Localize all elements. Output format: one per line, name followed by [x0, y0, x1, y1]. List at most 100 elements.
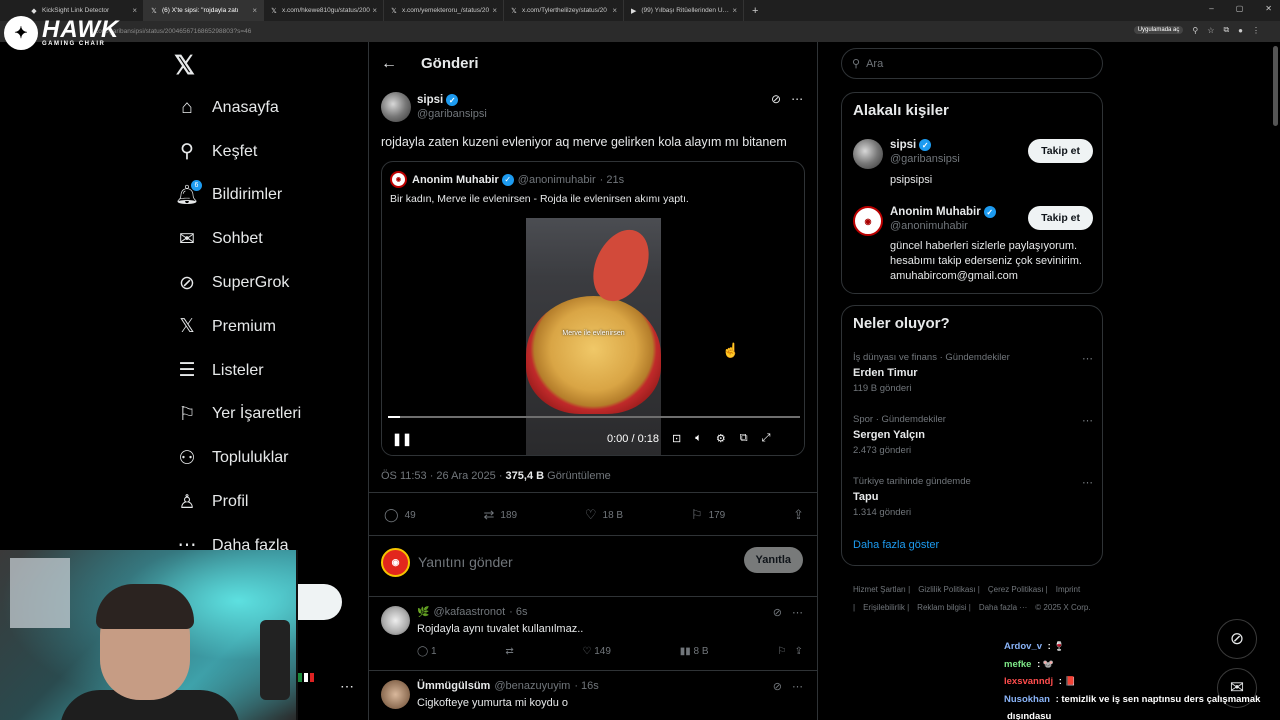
- trend-item[interactable]: Türkiye tarihinde gündemde Tapu 1.314 gö…: [853, 476, 1093, 518]
- grok-icon[interactable]: ⊘: [773, 606, 782, 619]
- more-options-icon[interactable]: ⋯: [792, 680, 803, 693]
- quoted-tweet[interactable]: ◉ Anonim Muhabir ✓ @anonimuhabir · 21s B…: [381, 161, 805, 456]
- footer-link[interactable]: Hizmet Şartları |: [853, 585, 910, 594]
- footer-link[interactable]: Reklam bilgisi |: [917, 603, 971, 612]
- list-item[interactable]: Ümmügülsüm @benazuyuyim · 16s ⊘ ⋯ Cigkoft…: [381, 680, 805, 720]
- more-options-icon[interactable]: ⋯: [792, 606, 803, 619]
- pip-icon[interactable]: ⧉: [740, 432, 748, 445]
- tweet-author[interactable]: sipsi ✓ @garibansipsi: [381, 92, 487, 122]
- grok-icon[interactable]: ⊘: [771, 92, 781, 106]
- close-tab-icon[interactable]: ×: [132, 6, 137, 15]
- author-name[interactable]: sipsi: [417, 94, 443, 106]
- grok-icon[interactable]: ⊘: [773, 680, 782, 693]
- repost-button[interactable]: ⇄: [505, 646, 513, 657]
- bookmark-button[interactable]: ⚐ 179: [691, 507, 725, 523]
- footer-link[interactable]: Daha fazla ···: [979, 603, 1027, 612]
- share-button[interactable]: ⇪: [793, 507, 804, 523]
- sidebar-item-2[interactable]: 🔔︎ 6 Bildirimler: [174, 174, 301, 218]
- new-tab-button[interactable]: +: [752, 5, 758, 17]
- close-tab-icon[interactable]: ×: [252, 6, 257, 15]
- trend-item[interactable]: İş dünyası ve finans · Gündemdekiler Erd…: [853, 352, 1093, 394]
- video-player[interactable]: Merve ile evlenirsen ❚❚ 0:00 / 0:18 ⊡ 🔈︎…: [382, 218, 804, 455]
- browser-tab[interactable]: 𝕏x.com/Tylerthelilzey/status/20 ×: [504, 0, 624, 21]
- avatar[interactable]: ◉: [853, 206, 883, 236]
- reply-button[interactable]: ◯ 1: [417, 646, 437, 657]
- pause-icon[interactable]: ❚❚: [392, 432, 412, 446]
- close-tab-icon[interactable]: ×: [612, 6, 617, 15]
- person-item[interactable]: ◉ Anonim Muhabir ✓ @anonimuhabir güncel h…: [853, 206, 1093, 286]
- avatar[interactable]: [381, 680, 410, 709]
- star-icon[interactable]: ☆: [1207, 26, 1214, 35]
- reply-submit-button[interactable]: Yanıtla: [743, 547, 803, 573]
- profile-icon[interactable]: ●: [1238, 26, 1243, 35]
- sidebar-item-0[interactable]: ⌂ Anasayfa: [174, 86, 301, 130]
- footer-link[interactable]: Gizlilik Politikası |: [918, 585, 980, 594]
- close-tab-icon[interactable]: ×: [492, 6, 497, 15]
- list-item[interactable]: 🌿 @kafaastronot · 6s ⊘ ⋯ Rojdayla aynı tu…: [381, 606, 805, 666]
- browser-tab[interactable]: ▶ (99) Yılbaşı Ritüellerinden Umutsu ×: [624, 0, 744, 21]
- more-options-icon[interactable]: ⋯: [1082, 352, 1093, 365]
- more-options-icon[interactable]: ⋯: [1082, 476, 1093, 489]
- back-arrow-icon[interactable]: ←: [381, 55, 397, 73]
- follow-button[interactable]: Takip et: [1028, 139, 1093, 163]
- close-tab-icon[interactable]: ×: [732, 6, 737, 15]
- footer-link[interactable]: Çerez Politikası |: [988, 585, 1048, 594]
- settings-gear-icon[interactable]: ⚙: [716, 432, 726, 445]
- extensions-icon[interactable]: ⧉: [1223, 25, 1229, 35]
- like-button[interactable]: ♡ 149: [583, 646, 611, 657]
- close-window-icon[interactable]: ✕: [1265, 4, 1272, 13]
- footer-link[interactable]: Erişilebilirlik |: [863, 603, 909, 612]
- more-options-icon[interactable]: ⋯: [791, 92, 803, 106]
- person-item[interactable]: sipsi ✓ @garibansipsi psipsipsi Takip et: [853, 139, 1093, 189]
- reply-handle[interactable]: @kafaastronot: [433, 606, 505, 618]
- menu-icon[interactable]: ⋮: [1252, 26, 1260, 35]
- person-name[interactable]: sipsi: [890, 139, 916, 151]
- reply-input[interactable]: Yanıtını gönder: [418, 554, 513, 570]
- sidebar-item-9[interactable]: ♙ Profil: [174, 480, 301, 524]
- avatar[interactable]: ◉: [381, 547, 410, 577]
- author-handle[interactable]: @garibansipsi: [417, 108, 487, 120]
- sidebar-item-1[interactable]: ⚲ Keşfet: [174, 130, 301, 174]
- minimize-icon[interactable]: –: [1209, 4, 1213, 13]
- browser-tab[interactable]: 𝕏x.com/yemekteroru_/status/20 ×: [384, 0, 504, 21]
- browser-tab[interactable]: 𝕏x.com/hkewe810gu/status/200 ×: [264, 0, 384, 21]
- sidebar-item-8[interactable]: ⚇ Topluluklar: [174, 436, 301, 480]
- repost-button[interactable]: ⇄ 189: [483, 507, 517, 523]
- show-more-link[interactable]: Daha fazla göster: [853, 539, 939, 551]
- views-button[interactable]: ▮▮ 8 B: [680, 646, 709, 657]
- sidebar-item-3[interactable]: ✉ Sohbet: [174, 217, 301, 261]
- sidebar-item-6[interactable]: ☰ Listeler: [174, 349, 301, 393]
- sidebar-item-7[interactable]: ⚐ Yer İşaretleri: [174, 393, 301, 437]
- more-options-icon[interactable]: ⋯: [1082, 414, 1093, 427]
- volume-icon[interactable]: 🔈︎: [695, 432, 702, 445]
- video-progress-bar[interactable]: [388, 416, 800, 418]
- sidebar-item-4[interactable]: ⊘ SuperGrok: [174, 261, 301, 305]
- bookmark-button[interactable]: ⚐ ⇪: [777, 646, 803, 657]
- avatar[interactable]: ◉: [390, 171, 407, 188]
- maximize-icon[interactable]: ▢: [1236, 4, 1244, 13]
- search-input[interactable]: ⚲ Ara: [841, 48, 1103, 79]
- follow-button[interactable]: Takip et: [1028, 206, 1093, 230]
- avatar[interactable]: [381, 92, 411, 122]
- reply-button[interactable]: ◯ 49: [384, 507, 416, 523]
- trend-title: Erden Timur: [853, 367, 918, 379]
- open-in-app-button[interactable]: Uygulamada aç: [1133, 26, 1184, 34]
- sidebar-item-5[interactable]: 𝕏 Premium: [174, 305, 301, 349]
- page-scrollbar[interactable]: [1273, 46, 1278, 126]
- fullscreen-icon[interactable]: ⤢: [762, 432, 771, 445]
- person-name[interactable]: Anonim Muhabir: [890, 206, 981, 218]
- close-tab-icon[interactable]: ×: [372, 6, 377, 15]
- captions-icon[interactable]: ⊡: [672, 432, 681, 445]
- browser-tab[interactable]: 𝕏 (6) X'te sipsi: "rojdayla zatı ×: [144, 0, 264, 21]
- reply-handle[interactable]: @benazuyuyim: [494, 680, 570, 692]
- tweet-timestamp[interactable]: ÖS 11:53 · 26 Ara 2025 ·: [381, 470, 506, 482]
- footer-link[interactable]: © 2025 X Corp.: [1035, 603, 1090, 612]
- avatar[interactable]: [381, 606, 410, 635]
- x-logo-icon[interactable]: 𝕏: [174, 50, 195, 81]
- reply-name[interactable]: Ümmügülsüm: [417, 680, 490, 692]
- trend-item[interactable]: Spor · Gündemdekiler Sergen Yalçın 2.473…: [853, 414, 1093, 456]
- account-more-icon[interactable]: ⋯: [340, 678, 354, 695]
- zoom-icon[interactable]: ⚲: [1192, 26, 1198, 35]
- like-button[interactable]: ♡ 18 B: [585, 507, 623, 523]
- avatar[interactable]: [853, 139, 883, 169]
